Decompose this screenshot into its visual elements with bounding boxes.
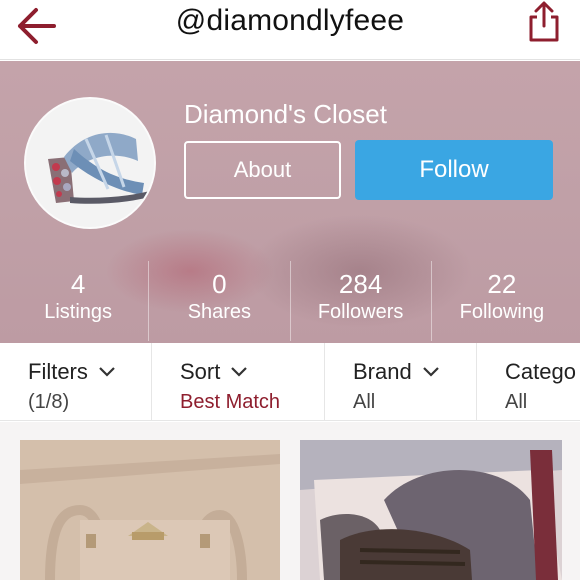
handbag-image xyxy=(20,440,280,580)
stat-shares[interactable]: 0 Shares xyxy=(149,261,291,341)
listings-grid xyxy=(0,422,580,580)
filter-value: All xyxy=(505,391,528,413)
top-bar: @diamondlyfeee xyxy=(0,0,580,60)
stat-label: Followers xyxy=(317,301,404,323)
listing-card[interactable] xyxy=(20,440,280,580)
profile-header: Diamond's Closet About Follow 4 Listings… xyxy=(0,61,580,343)
shoe-avatar-image xyxy=(26,99,154,227)
filter-bar: Filters (1/8) Sort Best Match Brand All … xyxy=(0,343,580,421)
stat-label: Listings xyxy=(44,301,113,323)
chevron-down-icon xyxy=(231,367,248,377)
stat-value: 4 xyxy=(70,269,86,299)
filter-value: Best Match xyxy=(180,391,281,413)
stat-label: Following xyxy=(459,301,545,323)
page-title: @diamondlyfeee xyxy=(175,4,405,37)
stat-following[interactable]: 22 Following xyxy=(432,261,572,341)
about-button[interactable]: About xyxy=(184,141,341,199)
filter-title: Brand xyxy=(353,359,412,384)
stat-value: 284 xyxy=(338,269,383,299)
stats-row: 4 Listings 0 Shares 284 Followers 22 Fol… xyxy=(8,261,572,341)
filters-dropdown[interactable]: Filters (1/8) xyxy=(0,343,152,421)
brand-dropdown[interactable]: Brand All xyxy=(325,343,477,421)
category-dropdown[interactable]: Catego All xyxy=(477,343,580,421)
chevron-down-icon xyxy=(422,367,439,377)
share-icon xyxy=(529,1,559,42)
filter-value: All xyxy=(353,391,376,413)
listing-card[interactable] xyxy=(300,440,562,580)
share-button[interactable] xyxy=(522,0,566,44)
follow-button[interactable]: Follow xyxy=(355,140,553,200)
stat-followers[interactable]: 284 Followers xyxy=(291,261,432,341)
filter-title: Sort xyxy=(180,359,221,384)
filter-value: (1/8) xyxy=(28,391,70,413)
stat-label: Shares xyxy=(187,301,252,323)
filter-title: Filters xyxy=(28,359,88,384)
closet-name: Diamond's Closet xyxy=(184,99,387,129)
shoes-image xyxy=(300,440,562,580)
avatar[interactable] xyxy=(24,97,156,229)
sort-dropdown[interactable]: Sort Best Match xyxy=(152,343,325,421)
stat-value: 0 xyxy=(212,269,227,299)
stat-value: 22 xyxy=(487,269,517,299)
stat-listings[interactable]: 4 Listings xyxy=(8,261,150,341)
chevron-down-icon xyxy=(99,367,115,377)
filter-title: Catego xyxy=(505,359,576,384)
